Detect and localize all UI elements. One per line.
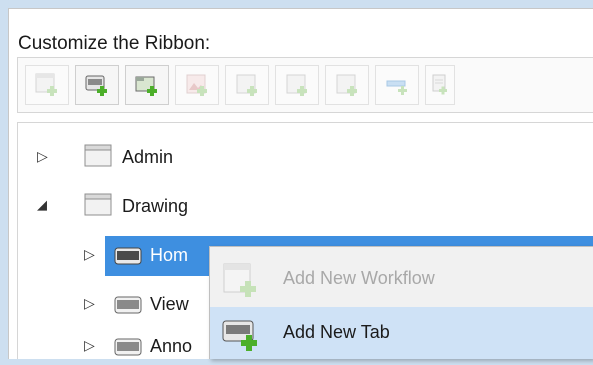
add-tab-icon: [222, 320, 257, 351]
add-panel-icon: [135, 76, 157, 96]
expand-arrow-icon[interactable]: ▷: [37, 148, 48, 165]
tree-item-label: Drawing: [122, 196, 189, 216]
add-tab-button[interactable]: [75, 65, 119, 105]
add-image-button[interactable]: [175, 65, 219, 105]
menu-item-label: Add New Workflow: [283, 268, 435, 288]
tab-icon: [114, 247, 142, 265]
tree-item-label: View: [150, 294, 189, 314]
menu-item-add-new-tab[interactable]: Add New Tab: [210, 307, 593, 359]
tree-item-label: Anno: [150, 336, 193, 356]
folder-icon: [84, 193, 112, 216]
tree-item-admin[interactable]: ▷ Admin: [18, 138, 578, 178]
add-split-button[interactable]: [325, 65, 369, 105]
add-panel-button[interactable]: [125, 65, 169, 105]
tab-icon: [114, 338, 142, 356]
add-document-icon: [432, 74, 447, 95]
expand-arrow-icon[interactable]: ▷: [84, 295, 95, 312]
add-separator-icon: [386, 80, 407, 95]
expand-arrow-icon[interactable]: ▷: [84, 337, 95, 354]
ribbon-toolbar: [17, 57, 593, 113]
add-split-icon: [336, 74, 357, 96]
add-subpanel-button[interactable]: [275, 65, 319, 105]
customize-ribbon-heading: Customize the Ribbon:: [18, 33, 211, 54]
tree-item-label: Admin: [122, 147, 174, 167]
tree-item-annotate[interactable]: ▷ Anno: [18, 325, 218, 365]
add-tab-icon: [85, 75, 107, 96]
expand-arrow-icon[interactable]: ▷: [84, 246, 95, 263]
context-menu: Add New Workflow Add New Tab: [209, 246, 593, 359]
add-separator-button[interactable]: [375, 65, 419, 105]
menu-item-label: Add New Tab: [283, 322, 390, 342]
tree-item-label: Hom: [150, 245, 189, 265]
tree-item-view[interactable]: ▷ View: [18, 283, 218, 323]
add-command-button[interactable]: [225, 65, 269, 105]
folder-icon: [84, 144, 112, 167]
tab-icon: [114, 296, 142, 314]
tree-item-drawing[interactable]: ◢ Drawing: [18, 187, 578, 227]
add-subpanel-icon: [286, 74, 307, 96]
add-workflow-icon: [223, 263, 256, 297]
add-workflow-button[interactable]: [25, 65, 69, 105]
add-workflow-icon: [35, 73, 57, 96]
collapse-arrow-icon[interactable]: ◢: [37, 197, 47, 213]
add-document-button[interactable]: [425, 65, 455, 105]
add-image-icon: [186, 74, 207, 96]
add-command-icon: [236, 74, 257, 96]
menu-item-add-new-workflow[interactable]: Add New Workflow: [210, 253, 593, 305]
